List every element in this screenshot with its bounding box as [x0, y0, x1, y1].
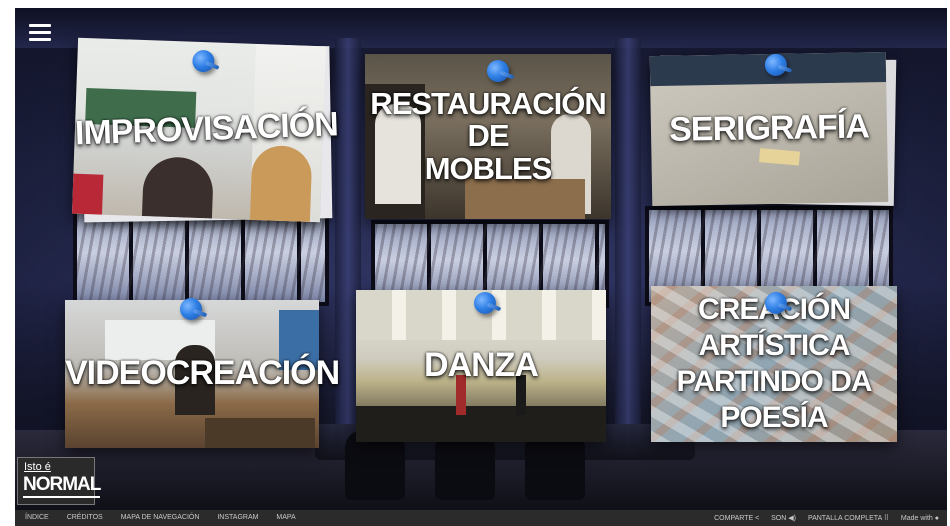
window: [73, 208, 329, 306]
card-title: RESTAURACIÓN DE MOBLES: [370, 85, 606, 186]
pushpin-icon: [474, 292, 496, 314]
pushpin-icon: [180, 298, 202, 320]
card-restauracion[interactable]: RESTAURACIÓN DE MOBLES: [365, 54, 611, 219]
card-danza[interactable]: DANZA: [356, 290, 606, 442]
footer-link-creditos[interactable]: CRÉDITOS: [67, 514, 103, 521]
classroom-background: IMPROVISACIÓN RESTAURACIÓN DE MOBLES SER…: [15, 8, 947, 510]
card-improvisacion[interactable]: IMPROVISACIÓN: [72, 37, 338, 223]
speaker-icon: ◀): [788, 515, 796, 522]
share-icon: <: [755, 515, 760, 522]
card-title: VIDEOCREACIÓN: [65, 354, 340, 393]
pillar: [615, 38, 641, 438]
share-button[interactable]: COMPARTE <: [714, 515, 759, 522]
isto-e-normal-logo[interactable]: Isto é NORMAL: [17, 457, 101, 505]
pushpin-icon: [487, 60, 509, 82]
card-creacion-artistica[interactable]: CREACIÓN ARTÍSTICA PARTINDO DA POESÍA: [651, 286, 897, 442]
sound-button[interactable]: SON ◀): [771, 515, 796, 522]
card-serigrafia[interactable]: SERIGRAFÍA: [649, 51, 897, 207]
made-with-link[interactable]: Made with ●: [901, 515, 939, 522]
made-with-logo-icon: ●: [934, 515, 939, 522]
card-title: DANZA: [424, 346, 539, 385]
footer-link-mapa[interactable]: MAPA: [276, 514, 295, 521]
hamburger-menu-icon[interactable]: [29, 24, 51, 42]
footer-link-instagram[interactable]: INSTAGRAM: [217, 514, 258, 521]
footer-controls: COMPARTE < SON ◀) PANTALLA COMPLETA ⠿ Ma…: [704, 514, 939, 522]
footer-link-indice[interactable]: ÍNDICE: [25, 514, 49, 521]
footer-links: ÍNDICE CRÉDITOS MAPA DE NAVEGACIÓN INSTA…: [25, 514, 312, 521]
fullscreen-button[interactable]: PANTALLA COMPLETA ⠿: [808, 515, 889, 522]
footer-link-mapa-navegacion[interactable]: MAPA DE NAVEGACIÓN: [121, 514, 200, 521]
card-videocreacion[interactable]: VIDEOCREACIÓN: [65, 298, 340, 448]
footer-bar: ÍNDICE CRÉDITOS MAPA DE NAVEGACIÓN INSTA…: [15, 510, 947, 526]
pushpin-icon: [765, 292, 787, 314]
card-title: SERIGRAFÍA: [668, 107, 870, 149]
fullscreen-icon: ⠿: [883, 515, 889, 522]
